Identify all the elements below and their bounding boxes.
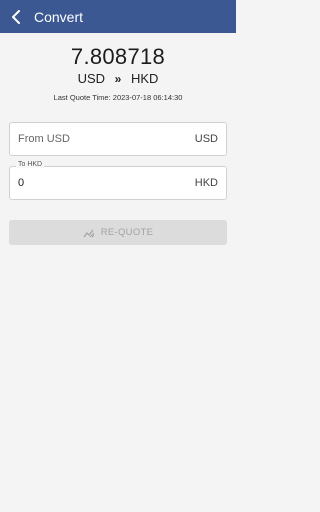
- chevron-left-icon: [12, 9, 20, 24]
- to-amount-field[interactable]: To HKD 0 HKD: [9, 161, 227, 200]
- from-currency-code: USD: [77, 71, 106, 86]
- from-amount-field[interactable]: From USD USD: [9, 122, 227, 156]
- page-title: Convert: [34, 8, 84, 25]
- back-button[interactable]: [0, 0, 32, 33]
- to-currency-code: HKD: [130, 71, 159, 86]
- to-amount-label: To HKD: [16, 161, 45, 168]
- currency-pair: USD » HKD: [0, 71, 236, 86]
- exchange-rate: 7.808718: [70, 44, 166, 69]
- to-amount-value: 0: [18, 177, 25, 189]
- from-amount-placeholder: From USD: [18, 133, 70, 145]
- requote-button-label: RE-QUOTE: [100, 227, 154, 238]
- to-currency-suffix: HKD: [194, 177, 218, 189]
- chart-refresh-icon: [83, 228, 95, 238]
- requote-button[interactable]: RE-QUOTE: [9, 220, 227, 245]
- from-currency-suffix: USD: [194, 133, 218, 145]
- last-quote-time: Last Quote Time: 2023-07-18 06:14:30: [53, 93, 183, 102]
- app-bar: Convert: [0, 0, 236, 33]
- double-chevron-right-icon: »: [114, 72, 122, 86]
